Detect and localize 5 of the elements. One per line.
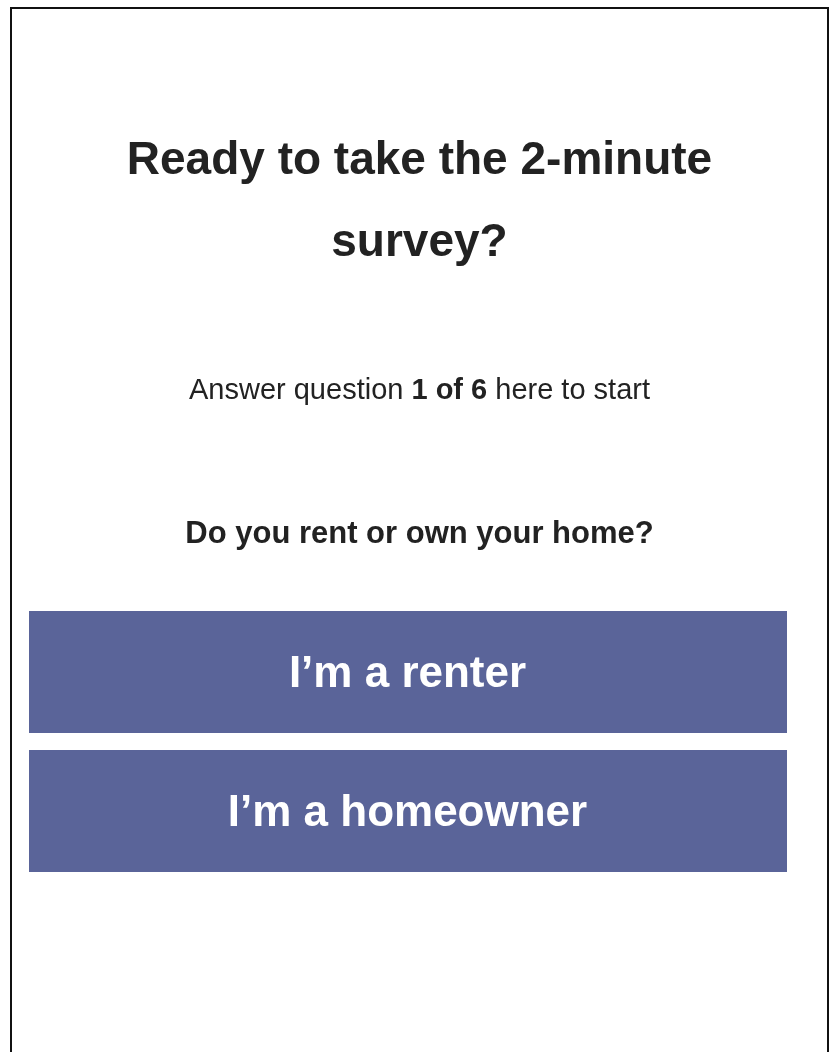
survey-title: Ready to take the 2-minute survey? — [125, 131, 714, 268]
answer-button[interactable]: I’m a homeowner — [28, 750, 787, 872]
answer-button[interactable]: I’m a renter — [28, 611, 787, 733]
progress-text: Answer question 1 of 6 here to start — [189, 372, 650, 407]
question-text: Do you rent or own your home? — [185, 514, 654, 552]
